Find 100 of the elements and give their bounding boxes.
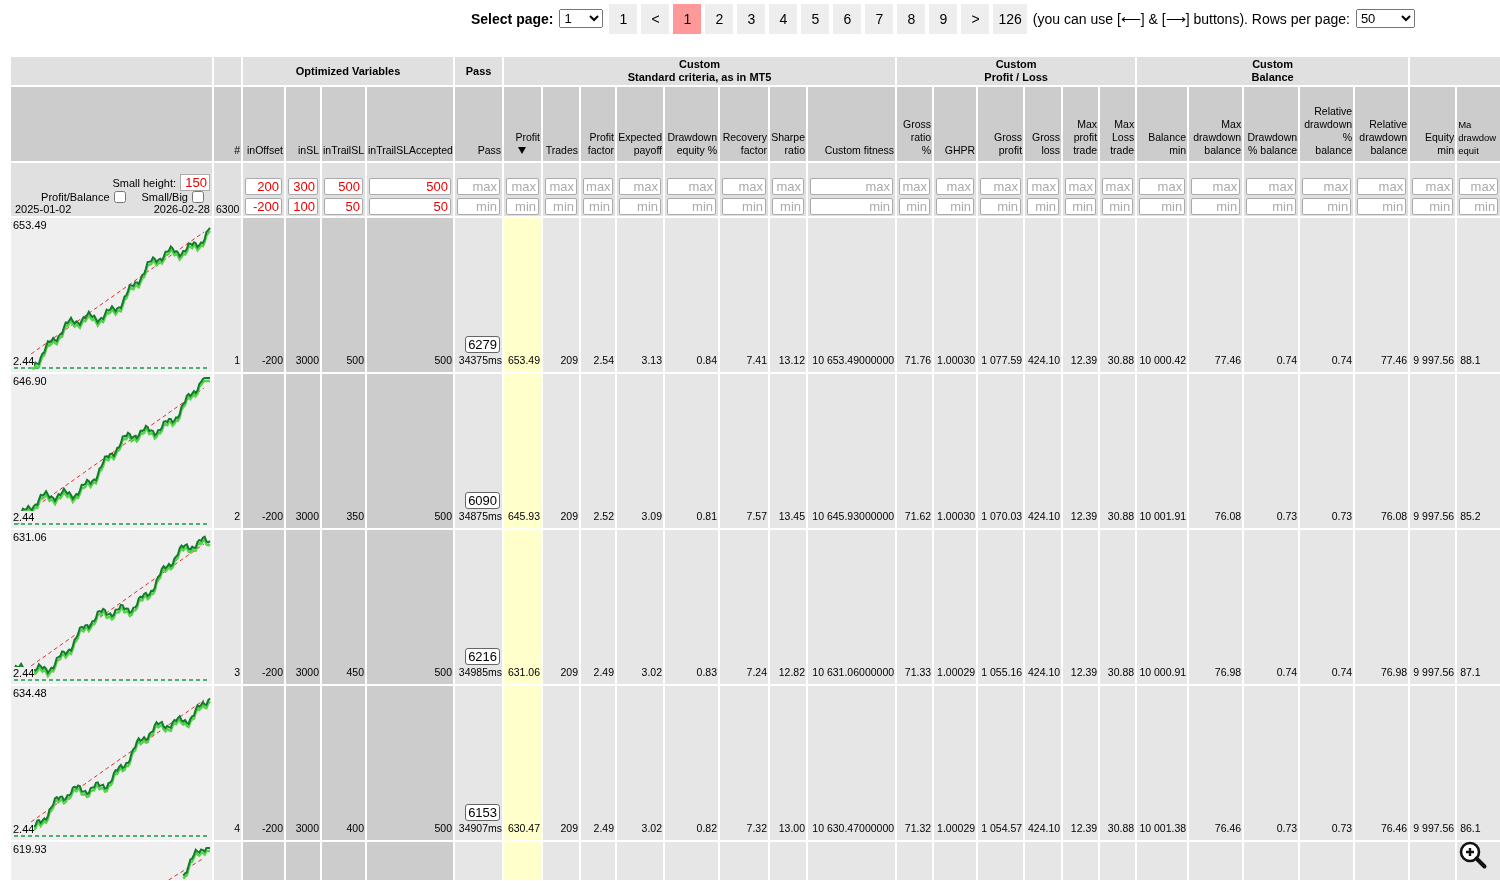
column-header[interactable]: Max Loss trade — [1099, 86, 1137, 162]
column-header[interactable]: Max drawdown balance — [1188, 86, 1244, 162]
pass-number[interactable]: 6216 — [465, 648, 501, 665]
page-select[interactable]: 1 — [559, 9, 604, 28]
max-filter-field[interactable]: 200 — [245, 178, 282, 195]
max-filter-field[interactable]: max — [1139, 178, 1186, 195]
min-filter-field[interactable]: min — [1102, 198, 1134, 215]
max-filter-field[interactable]: 300 — [288, 178, 318, 195]
min-filter-field[interactable]: min — [667, 198, 717, 215]
max-filter-field[interactable]: max — [583, 178, 614, 195]
min-filter-field[interactable]: min — [506, 198, 540, 215]
min-filter-field[interactable]: 50 — [324, 198, 363, 215]
column-header[interactable]: inOffset — [242, 86, 285, 162]
min-filter-field[interactable]: min — [810, 198, 894, 215]
column-header[interactable]: inTrailSLAccepted — [366, 86, 455, 162]
max-filter-field[interactable]: max — [545, 178, 578, 195]
zoom-in-icon[interactable] — [1458, 840, 1488, 870]
column-header[interactable]: Equity min — [1409, 86, 1457, 162]
rows-per-page-select[interactable]: 50 — [1355, 9, 1415, 28]
min-filter-field[interactable]: min — [899, 198, 931, 215]
min-filter-field[interactable]: min — [1065, 198, 1097, 215]
min-filter-field[interactable]: min — [1302, 198, 1352, 215]
column-header[interactable]: # — [213, 86, 242, 162]
min-filter-field[interactable]: min — [980, 198, 1022, 215]
column-header[interactable]: Custom fitness — [807, 86, 897, 162]
page-button[interactable]: 1 — [609, 3, 638, 34]
max-filter-field[interactable]: max — [936, 178, 975, 195]
page-button[interactable]: > — [961, 3, 990, 34]
max-filter-field[interactable]: 500 — [369, 178, 452, 195]
max-filter-field[interactable]: max — [506, 178, 540, 195]
max-filter-field[interactable]: max — [899, 178, 931, 195]
column-header[interactable]: Expected payoff — [616, 86, 665, 162]
column-header[interactable]: Relative drawdown balance — [1354, 86, 1410, 162]
min-filter-field[interactable]: min — [1357, 198, 1407, 215]
min-filter-field[interactable]: min — [936, 198, 975, 215]
max-filter-field[interactable]: max — [722, 178, 767, 195]
min-filter-field[interactable]: min — [1027, 198, 1060, 215]
max-filter-field[interactable]: max — [1065, 178, 1097, 195]
max-filter-field[interactable]: max — [1412, 178, 1454, 195]
min-filter-field[interactable]: 100 — [288, 198, 318, 215]
page-button[interactable]: 1 — [673, 3, 702, 34]
checkbox[interactable] — [192, 191, 204, 203]
min-filter-field[interactable]: min — [772, 198, 805, 215]
min-filter-field[interactable]: min — [619, 198, 662, 215]
max-filter-field[interactable]: max — [772, 178, 805, 195]
pass-number[interactable]: 6090 — [465, 492, 501, 509]
small-height-field[interactable]: 150 — [180, 174, 210, 191]
min-filter-field[interactable]: 50 — [369, 198, 452, 215]
min-filter-field[interactable]: min — [1246, 198, 1297, 215]
column-header[interactable]: Drawdown equity % — [664, 86, 720, 162]
max-filter-field[interactable]: max — [980, 178, 1022, 195]
column-header[interactable]: Max profit trade — [1062, 86, 1100, 162]
column-header[interactable]: Gross loss — [1024, 86, 1063, 162]
min-filter-field[interactable]: min — [457, 198, 501, 215]
page-button[interactable]: 5 — [801, 3, 830, 34]
page-button[interactable]: 8 — [897, 3, 926, 34]
checkbox[interactable] — [113, 191, 126, 203]
pass-number[interactable]: 6279 — [465, 336, 501, 353]
page-button[interactable]: 9 — [929, 3, 958, 34]
max-filter-field[interactable]: max — [1246, 178, 1297, 195]
max-filter-field[interactable]: max — [667, 178, 717, 195]
max-filter-field[interactable]: max — [1102, 178, 1134, 195]
column-header[interactable]: Drawdown % balance — [1243, 86, 1300, 162]
column-header[interactable]: Gross profit — [977, 86, 1025, 162]
column-header[interactable]: Trades — [542, 86, 581, 162]
max-filter-field[interactable]: max — [1459, 178, 1499, 195]
max-filter-field[interactable]: max — [1191, 178, 1241, 195]
min-filter-field[interactable]: min — [1459, 198, 1499, 215]
page-button[interactable]: 3 — [737, 3, 766, 34]
max-filter-field[interactable]: max — [1302, 178, 1352, 195]
column-header[interactable]: Profit factor — [580, 86, 617, 162]
page-button[interactable]: 6 — [833, 3, 862, 34]
max-filter-field[interactable]: max — [457, 178, 501, 195]
column-header[interactable]: Sharpe ratio — [769, 86, 808, 162]
max-filter-field[interactable]: max — [1357, 178, 1407, 195]
pass-number[interactable]: 6153 — [465, 804, 501, 821]
column-header[interactable]: Pass — [454, 86, 504, 162]
page-button[interactable]: < — [641, 3, 670, 34]
max-filter-field[interactable]: 500 — [324, 178, 363, 195]
min-filter-field[interactable]: min — [722, 198, 767, 215]
max-filter-field[interactable]: max — [810, 178, 894, 195]
column-header[interactable]: Balance min — [1136, 86, 1189, 162]
min-filter-field[interactable]: min — [583, 198, 614, 215]
page-button[interactable]: 2 — [705, 3, 734, 34]
min-filter-field[interactable]: min — [1139, 198, 1186, 215]
page-button[interactable]: 126 — [993, 3, 1027, 34]
column-header[interactable]: Ma drawdow equit — [1456, 86, 1500, 162]
column-header[interactable]: Profit — [503, 86, 543, 162]
column-header[interactable]: Relative drawdown % balance — [1299, 86, 1355, 162]
column-header[interactable]: GHPR — [933, 86, 978, 162]
column-header[interactable]: Recovery factor — [719, 86, 770, 162]
min-filter-field[interactable]: min — [1412, 198, 1454, 215]
page-button[interactable]: 7 — [865, 3, 894, 34]
column-header[interactable]: inSL — [285, 86, 321, 162]
max-filter-field[interactable]: max — [619, 178, 662, 195]
max-filter-field[interactable]: max — [1027, 178, 1060, 195]
column-header[interactable]: inTrailSL — [321, 86, 366, 162]
column-header[interactable]: Gross ratio % — [896, 86, 934, 162]
min-filter-field[interactable]: min — [1191, 198, 1241, 215]
min-filter-field[interactable]: min — [545, 198, 578, 215]
